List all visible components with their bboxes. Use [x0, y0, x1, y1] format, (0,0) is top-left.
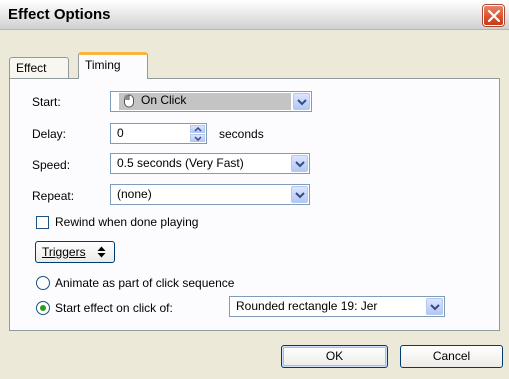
- tab-timing[interactable]: Timing: [78, 52, 148, 79]
- delay-spin-buttons[interactable]: [190, 125, 205, 142]
- repeat-dropdown-button[interactable]: [291, 186, 308, 203]
- delay-unit: seconds: [219, 127, 264, 141]
- trigger-object-value: Rounded rectangle 19: Jer: [236, 299, 378, 313]
- chevron-down-icon: [295, 161, 305, 168]
- triggers-button[interactable]: Triggers: [35, 241, 115, 263]
- trigger-object-dropdown-button[interactable]: [426, 298, 443, 315]
- repeat-select-value: (none): [117, 187, 152, 201]
- delay-spinner[interactable]: 0: [110, 123, 207, 144]
- rewind-label[interactable]: Rewind when done playing: [55, 214, 198, 230]
- animate-radio-label[interactable]: Animate as part of click sequence: [55, 275, 234, 291]
- chevron-down-icon: [295, 192, 305, 199]
- start-select[interactable]: On Click: [110, 91, 312, 112]
- chevron-down-icon: [430, 304, 440, 311]
- effect-options-dialog: Effect Options Effect Timing Start: On C…: [0, 0, 509, 379]
- speed-select[interactable]: 0.5 seconds (Very Fast): [110, 153, 310, 174]
- dialog-title: Effect Options: [8, 6, 111, 23]
- spin-down-icon: [194, 136, 202, 141]
- trigger-object-select[interactable]: Rounded rectangle 19: Jer: [229, 296, 445, 317]
- delay-decrement-button[interactable]: [190, 134, 205, 142]
- mouse-icon: [124, 94, 134, 108]
- speed-dropdown-button[interactable]: [291, 155, 308, 172]
- rewind-checkbox[interactable]: [36, 216, 49, 229]
- repeat-label: Repeat:: [32, 189, 75, 203]
- up-down-icon: [97, 246, 106, 258]
- speed-label: Speed:: [32, 158, 71, 172]
- tab-timing-label: Timing: [85, 58, 121, 72]
- start-dropdown-button[interactable]: [293, 93, 310, 110]
- close-icon: [488, 10, 500, 22]
- start-on-click-label[interactable]: Start effect on click of:: [55, 300, 173, 316]
- ok-button[interactable]: OK: [281, 345, 388, 368]
- delay-value: 0: [117, 126, 124, 140]
- start-on-click-radio[interactable]: [36, 301, 50, 315]
- repeat-select[interactable]: (none): [110, 184, 310, 205]
- animate-radio[interactable]: [36, 276, 50, 290]
- close-button[interactable]: [483, 5, 504, 26]
- triggers-button-label: Triggers: [42, 245, 86, 259]
- tab-effect[interactable]: Effect: [9, 57, 69, 78]
- delay-label: Delay:: [32, 127, 67, 141]
- cancel-button[interactable]: Cancel: [400, 345, 503, 368]
- start-select-value: On Click: [141, 93, 187, 107]
- tab-effect-label: Effect: [16, 61, 47, 75]
- start-label: Start:: [32, 95, 61, 109]
- title-bar[interactable]: Effect Options: [0, 0, 509, 30]
- chevron-down-icon: [297, 99, 307, 106]
- start-select-value-box: On Click: [119, 93, 291, 110]
- spin-up-icon: [194, 127, 202, 132]
- delay-increment-button[interactable]: [190, 125, 205, 133]
- speed-select-value: 0.5 seconds (Very Fast): [117, 156, 244, 170]
